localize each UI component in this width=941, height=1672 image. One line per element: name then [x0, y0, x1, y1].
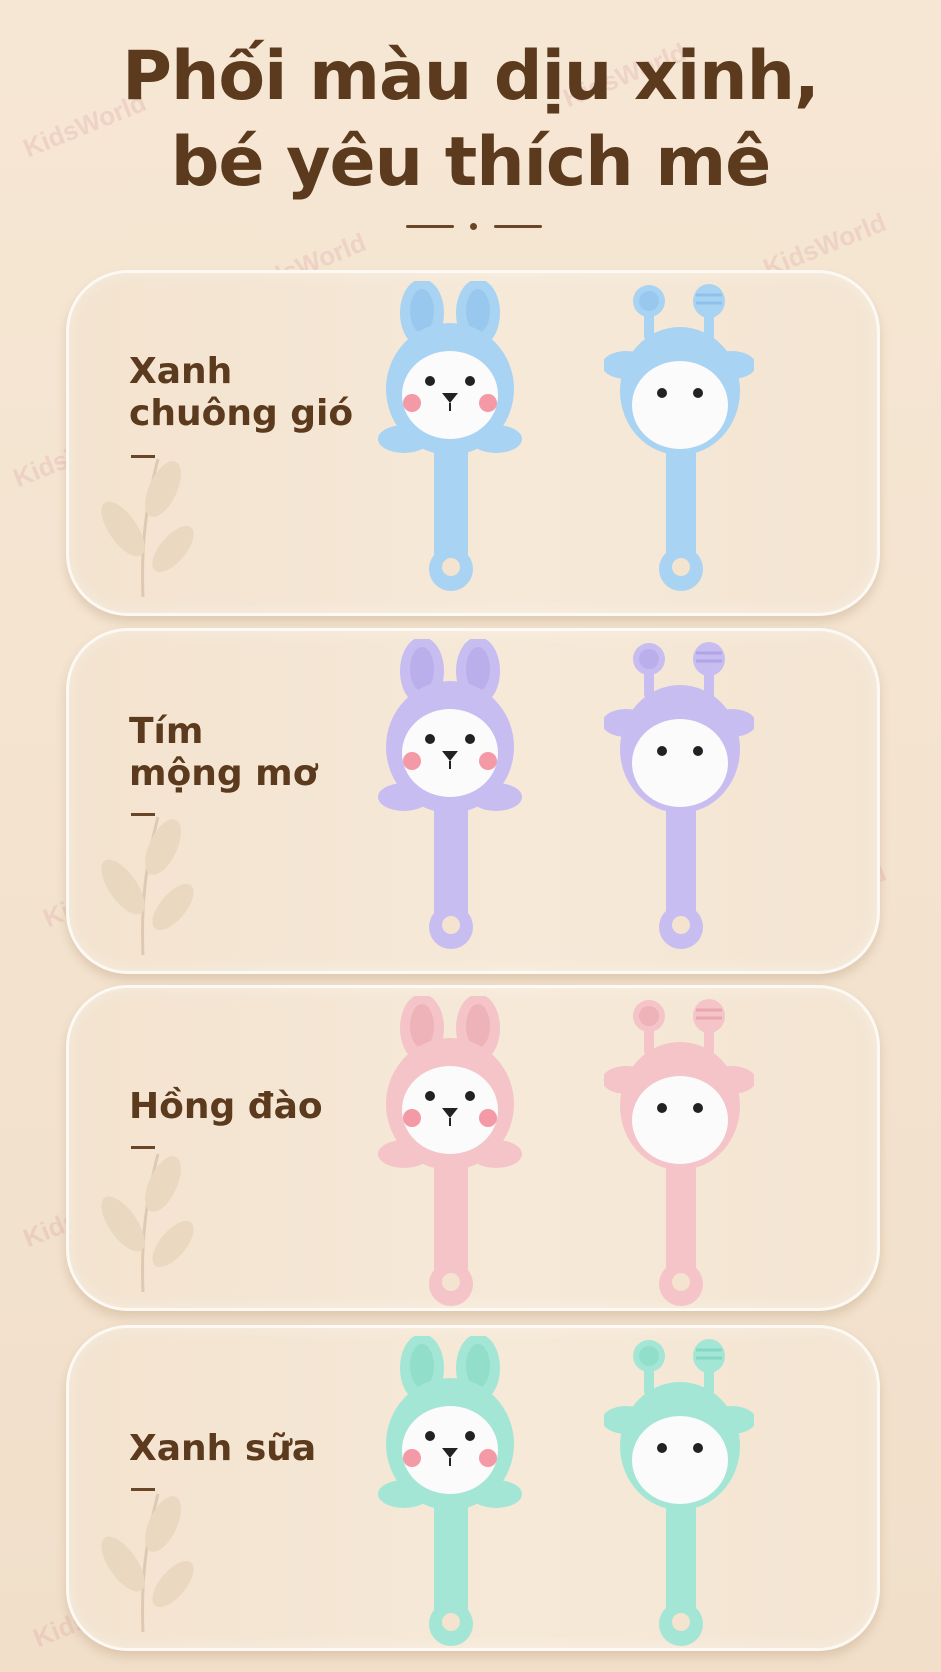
variant-name: Tím mộng mơ [129, 711, 318, 794]
leaf-decoration-icon [101, 1153, 194, 1293]
bunny-teether-icon [374, 994, 524, 1310]
label-dash [131, 1146, 155, 1149]
variant-name: Hồng đào [129, 1086, 323, 1127]
giraffe-teether-icon [602, 639, 756, 953]
headline-line-2: bé yêu thích mê [170, 123, 772, 202]
leaf-decoration-icon [101, 458, 194, 598]
headline-line-1: Phối màu dịu xinh, [122, 37, 820, 116]
label-dash [131, 813, 155, 816]
variant-card-mint: Xanh sữa [66, 1325, 880, 1651]
variant-name: Xanh sữa [129, 1428, 317, 1469]
bunny-teether-icon [374, 637, 524, 953]
variant-name: Xanh chuông gió [129, 351, 354, 434]
title-divider [406, 222, 542, 230]
leaf-decoration-icon [101, 1493, 194, 1633]
variant-card-blue: Xanh chuông gió [66, 270, 880, 616]
bunny-teether-icon [374, 1334, 524, 1650]
giraffe-teether-icon [602, 996, 756, 1310]
label-dash [131, 455, 155, 458]
variant-card-purple: Tím mộng mơ [66, 628, 880, 974]
label-dash [131, 1488, 155, 1491]
giraffe-teether-icon [602, 1336, 756, 1650]
headline: Phối màu dịu xinh, bé yêu thích mê [0, 34, 941, 206]
leaf-decoration-icon [101, 816, 194, 956]
variant-card-pink: Hồng đào [66, 985, 880, 1311]
bunny-teether-icon [374, 279, 524, 595]
giraffe-teether-icon [602, 281, 756, 595]
